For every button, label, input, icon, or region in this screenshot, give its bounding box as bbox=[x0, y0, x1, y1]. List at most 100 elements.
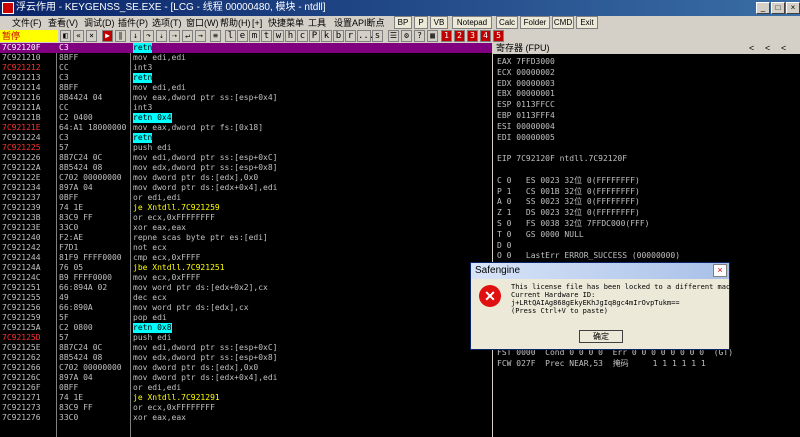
disasm-row[interactable]: 7C921240 F2:AE repne scas byte ptr es:[edi… bbox=[0, 233, 492, 243]
menu-help[interactable]: 帮助(H) bbox=[220, 16, 251, 30]
disassembly-pane[interactable]: 7C92120F C3 retn 7C921210 8BFF mov edi,edi 7C9… bbox=[0, 43, 492, 437]
registers-pane[interactable]: 寄存器 (FPU) < < < EAX 7FFD3000 ECX 00000002… bbox=[493, 43, 800, 437]
prev-arrow-icon[interactable]: < bbox=[765, 43, 770, 54]
disasm-row[interactable]: 7C92124C B9 FFFF0000 mov ecx,0xFFFF bbox=[0, 273, 492, 283]
executable-modules-button[interactable]: e bbox=[237, 30, 248, 42]
handles-button[interactable]: h bbox=[285, 30, 296, 42]
menu-view[interactable]: 查看(V) bbox=[48, 16, 78, 30]
folder-button[interactable]: Folder bbox=[520, 16, 550, 29]
rewind-icon[interactable]: « bbox=[73, 30, 84, 42]
disasm-row[interactable]: 7C921273 83C9 FF or ecx,0xFFFFFFFF bbox=[0, 403, 492, 413]
notepad-button[interactable]: Notepad bbox=[452, 16, 492, 29]
close-button[interactable]: × bbox=[786, 2, 800, 14]
disasm-row[interactable]: 7C921216 8B4424 04 mov eax,dword ptr ss:[e… bbox=[0, 93, 492, 103]
plugin-1-button[interactable]: 1 bbox=[441, 30, 452, 42]
disasm-row[interactable]: 7C921239 74 1E je Xntdll.7C921259 bbox=[0, 203, 492, 213]
execute-till-return-icon[interactable]: ↵ bbox=[182, 30, 193, 42]
menu-debug[interactable]: 调试(D) bbox=[84, 16, 115, 30]
disasm-row[interactable]: 7C921210 8BFF mov edi,edi bbox=[0, 53, 492, 63]
disasm-row[interactable]: 7C921255 49 dec ecx bbox=[0, 293, 492, 303]
menu-file[interactable]: 文件(F) bbox=[12, 16, 42, 30]
trace-over-icon[interactable]: ⇢ bbox=[169, 30, 180, 42]
menu-plugins[interactable]: 插件(P) bbox=[118, 16, 148, 30]
windows-button[interactable]: w bbox=[273, 30, 284, 42]
close-icon[interactable]: × bbox=[86, 30, 97, 42]
disasm-row[interactable]: 7C92126C 897A 04 mov dword ptr ds:[edx+0x4… bbox=[0, 373, 492, 383]
prev-arrow-icon[interactable]: < bbox=[781, 43, 786, 54]
disasm-row[interactable]: 7C92121B C2 0400 retn 0x4 bbox=[0, 113, 492, 123]
patches-button[interactable]: P bbox=[309, 30, 320, 42]
disasm-row[interactable]: 7C92125A C2 0800 retn 0x8 bbox=[0, 323, 492, 333]
disasm-row[interactable]: 7C921242 F7D1 not ecx bbox=[0, 243, 492, 253]
memory-button[interactable]: m bbox=[249, 30, 260, 42]
disasm-row[interactable]: 7C921256 66:890A mov word ptr ds:[edx],cx bbox=[0, 303, 492, 313]
disasm-row[interactable]: 7C921276 33C0 xor eax,eax bbox=[0, 413, 492, 423]
menu-window[interactable]: 窗口(W) bbox=[186, 16, 219, 30]
breakpoints-button[interactable]: b bbox=[333, 30, 344, 42]
menu-plus[interactable]: [+] bbox=[252, 16, 262, 30]
disasm-row[interactable]: 7C921244 81F9 FFFF0000 cmp ecx,0xFFFF bbox=[0, 253, 492, 263]
maximize-button[interactable]: □ bbox=[771, 2, 785, 14]
list-view-icon[interactable]: ☰ bbox=[388, 30, 399, 42]
disasm-row[interactable]: 7C92125E 8B7C24 0C mov edi,dword ptr ss:[e… bbox=[0, 343, 492, 353]
menu-api-breakpoint[interactable]: 设置API断点 bbox=[334, 16, 385, 30]
cpu-button[interactable]: c bbox=[297, 30, 308, 42]
run-icon[interactable]: ▶ bbox=[102, 30, 113, 42]
threads-button[interactable]: t bbox=[261, 30, 272, 42]
run-trace-button[interactable]: ... bbox=[357, 30, 374, 42]
exit-button[interactable]: Exit bbox=[576, 16, 598, 29]
menu-options[interactable]: 选项(T) bbox=[152, 16, 182, 30]
prev-arrow-icon[interactable]: < bbox=[749, 43, 754, 54]
disasm-row[interactable]: 7C921266 C702 00000000 mov dword ptr ds:[e… bbox=[0, 363, 492, 373]
dialog-close-button[interactable]: × bbox=[713, 264, 727, 277]
plugin-3-button[interactable]: 3 bbox=[467, 30, 478, 42]
goto-icon[interactable]: → bbox=[195, 30, 206, 42]
disasm-row[interactable]: 7C921224 C3 retn bbox=[0, 133, 492, 143]
disasm-row[interactable]: 7C921262 8B5424 08 mov edx,dword ptr ss:[e… bbox=[0, 353, 492, 363]
ok-button[interactable]: 确定 bbox=[579, 330, 623, 343]
disasm-row[interactable]: 7C92125D 57 push edi bbox=[0, 333, 492, 343]
disasm-row[interactable]: 7C921271 74 1E je Xntdll.7C921291 bbox=[0, 393, 492, 403]
disasm-row[interactable]: 7C921259 5F pop edi bbox=[0, 313, 492, 323]
disasm-row[interactable]: 7C921225 57 push edi bbox=[0, 143, 492, 153]
disasm-row[interactable]: 7C92126F 0BFF or edi,edi bbox=[0, 383, 492, 393]
disasm-row[interactable]: 7C921234 897A 04 mov dword ptr ds:[edx+0x4… bbox=[0, 183, 492, 193]
source-button[interactable]: s bbox=[372, 30, 383, 42]
step-over-icon[interactable]: ↷ bbox=[143, 30, 154, 42]
disasm-row[interactable]: 7C921226 8B7C24 0C mov edi,dword ptr ss:[e… bbox=[0, 153, 492, 163]
disasm-row[interactable]: 7C92123B 83C9 FF or ecx,0xFFFFFFFF bbox=[0, 213, 492, 223]
disasm-row[interactable]: 7C92121E 64:A1 18000000 mov eax,dword ptr … bbox=[0, 123, 492, 133]
disasm-row[interactable]: 7C921214 8BFF mov edi,edi bbox=[0, 83, 492, 93]
disasm-row[interactable]: 7C921213 C3 retn bbox=[0, 73, 492, 83]
log-button[interactable]: l bbox=[225, 30, 236, 42]
disasm-row[interactable]: 7C921251 66:894A 02 mov word ptr ds:[edx+0… bbox=[0, 283, 492, 293]
disasm-row[interactable]: 7C92123E 33C0 xor eax,eax bbox=[0, 223, 492, 233]
calc-button[interactable]: Calc bbox=[496, 16, 518, 29]
call-stack-button[interactable]: k bbox=[321, 30, 332, 42]
vb-button[interactable]: VB bbox=[430, 16, 448, 29]
trace-into-icon[interactable]: ⇣ bbox=[156, 30, 167, 42]
disasm-row[interactable]: 7C92122E C702 00000000 mov dword ptr ds:[e… bbox=[0, 173, 492, 183]
disasm-row[interactable]: 7C92120F C3 retn bbox=[0, 43, 492, 53]
plugin-2-button[interactable]: 2 bbox=[454, 30, 465, 42]
cmd-button[interactable]: CMD bbox=[552, 16, 574, 29]
disasm-row[interactable]: 7C921212 CC int3 bbox=[0, 63, 492, 73]
disasm-row[interactable]: 7C92122A 8B5424 08 mov edx,dword ptr ss:[e… bbox=[0, 163, 492, 173]
plugin-5-button[interactable]: 5 bbox=[493, 30, 504, 42]
disasm-row[interactable]: 7C921237 0BFF or edi,edi bbox=[0, 193, 492, 203]
bp-button[interactable]: BP bbox=[394, 16, 412, 29]
menu-shortcut[interactable]: 快捷菜单 bbox=[268, 16, 304, 30]
options-icon[interactable]: ⚙ bbox=[401, 30, 412, 42]
references-button[interactable]: r bbox=[345, 30, 356, 42]
help-icon[interactable]: ? bbox=[414, 30, 425, 42]
pause-icon[interactable]: ∥ bbox=[115, 30, 126, 42]
chip-icon[interactable]: ▦ bbox=[427, 30, 438, 42]
menu-tools[interactable]: 工具 bbox=[308, 16, 326, 30]
step-into-icon[interactable]: ↓ bbox=[130, 30, 141, 42]
p-button[interactable]: P bbox=[414, 16, 428, 29]
disasm-row[interactable]: 7C92121A CC int3 bbox=[0, 103, 492, 113]
plugin-4-button[interactable]: 4 bbox=[480, 30, 491, 42]
disasm-row[interactable]: 7C92124A 76 05 jbe Xntdll.7C921251 bbox=[0, 263, 492, 273]
list-icon[interactable]: ≡ bbox=[210, 30, 221, 42]
open-icon[interactable]: ◧ bbox=[60, 30, 71, 42]
